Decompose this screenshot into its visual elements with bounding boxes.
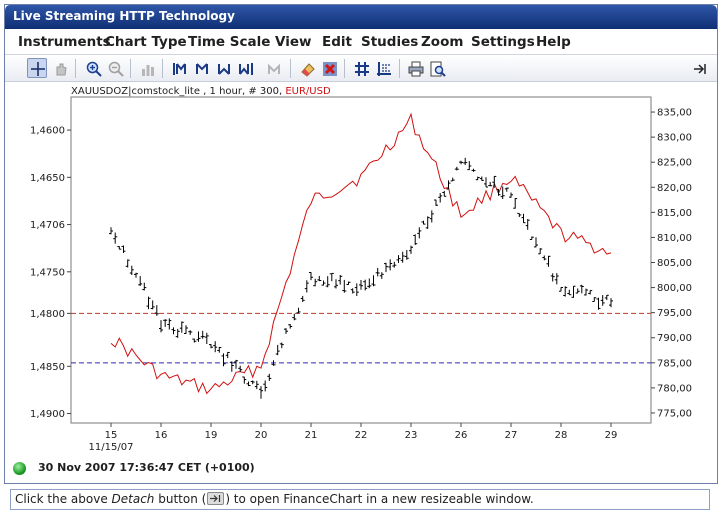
bar-style-icon[interactable]: [137, 58, 157, 78]
title-bar: Live Streaming HTTP Technology: [5, 5, 717, 29]
delete-icon[interactable]: [319, 58, 339, 78]
menu-edit[interactable]: Edit: [322, 34, 352, 50]
menu-view[interactable]: View: [275, 34, 311, 50]
toolbar-separator: [290, 59, 291, 78]
left-tick-label: 1,4800: [30, 309, 65, 320]
right-tick-label: 835,00: [657, 108, 692, 119]
crosshair-icon[interactable]: [27, 58, 47, 78]
inline-detach-icon: [207, 492, 225, 505]
right-tick-label: 805,00: [657, 258, 692, 269]
x-tick-label: 21: [305, 430, 318, 441]
x-tick-label: 26: [455, 430, 468, 441]
right-tick-label: 790,00: [657, 333, 692, 344]
zoom-out-icon[interactable]: [105, 58, 125, 78]
eraser-icon[interactable]: [297, 58, 317, 78]
info-message: Click the above Detach button ( ) to open…: [10, 489, 710, 510]
status-timestamp: 30 Nov 2007 17:36:47 CET (+0100): [38, 461, 255, 474]
right-tick-label: 815,00: [657, 208, 692, 219]
menu-zoom[interactable]: Zoom: [421, 34, 463, 50]
reset-icon[interactable]: [263, 58, 283, 78]
info-text-after: ) to open FinanceChart in a new resizeab…: [225, 492, 534, 506]
chart-header-label: XAUUSDOZ|comstock_lite , 1 hour, # 300,: [71, 86, 285, 97]
right-tick-label: 780,00: [657, 383, 692, 394]
left-tick-label: 1,4850: [30, 362, 65, 373]
left-tick-label: 1,4750: [30, 267, 65, 278]
print-icon[interactable]: [405, 58, 425, 78]
toolbar: [5, 55, 717, 82]
print-preview-icon[interactable]: [427, 58, 447, 78]
scroll-next-icon[interactable]: [213, 58, 233, 78]
x-tick-label: 29: [605, 430, 618, 441]
toolbar-separator: [130, 59, 131, 78]
info-text-emphasis: Detach: [111, 492, 155, 506]
x-tick-label: 23: [405, 430, 418, 441]
toolbar-separator: [75, 59, 76, 78]
menu-bar: Instruments Chart Type Time Scale View E…: [5, 29, 717, 55]
x-tick-label: 22: [355, 430, 368, 441]
scroll-last-icon[interactable]: [235, 58, 255, 78]
scroll-prev-icon[interactable]: [191, 58, 211, 78]
x-tick-label: 28: [555, 430, 568, 441]
right-tick-label: 830,00: [657, 133, 692, 144]
left-tick-label: 1,4650: [30, 173, 65, 184]
x-tick-label: 27: [505, 430, 518, 441]
chart-window: Live Streaming HTTP Technology Instrumen…: [4, 4, 718, 484]
fibonacci-icon[interactable]: [373, 58, 393, 78]
right-tick-label: 825,00: [657, 158, 692, 169]
menu-instruments[interactable]: Instruments: [18, 34, 111, 50]
x-tick-label: 16: [155, 430, 168, 441]
window-title: Live Streaming HTTP Technology: [13, 9, 235, 23]
connection-status-icon: [13, 462, 26, 475]
menu-chart-type[interactable]: Chart Type: [105, 34, 187, 50]
x-date-label: 11/15/07: [89, 442, 134, 453]
chart-header: XAUUSDOZ|comstock_lite , 1 hour, # 300, …: [71, 86, 331, 97]
info-text-middle: button (: [154, 492, 207, 506]
plot-frame: [70, 96, 652, 424]
menu-time-scale[interactable]: Time Scale: [188, 34, 270, 50]
chart-header-overlay: EUR/USD: [285, 86, 331, 97]
pan-icon[interactable]: [50, 58, 70, 78]
zoom-in-icon[interactable]: [83, 58, 103, 78]
menu-studies[interactable]: Studies: [361, 34, 418, 50]
x-tick-label: 15: [105, 430, 118, 441]
right-tick-label: 795,00: [657, 308, 692, 319]
toolbar-separator: [162, 59, 163, 78]
right-tick-label: 800,00: [657, 283, 692, 294]
menu-help[interactable]: Help: [536, 34, 571, 50]
chart-area[interactable]: XAUUSDOZ|comstock_lite , 1 hour, # 300, …: [5, 82, 717, 457]
price-chart[interactable]: XAUUSDOZ|comstock_lite , 1 hour, # 300, …: [5, 82, 717, 457]
menu-settings[interactable]: Settings: [471, 34, 535, 50]
toolbar-separator: [344, 59, 345, 78]
info-text-before: Click the above: [15, 492, 112, 506]
status-bar: 30 Nov 2007 17:36:47 CET (+0100): [5, 457, 717, 483]
grid-icon[interactable]: [351, 58, 371, 78]
detach-icon[interactable]: [689, 58, 709, 78]
toolbar-separator: [399, 59, 400, 78]
x-tick-label: 19: [205, 430, 218, 441]
left-tick-label: 1,4600: [30, 126, 65, 137]
left-tick-label: 1,4706: [30, 220, 65, 231]
right-tick-label: 785,00: [657, 358, 692, 369]
scroll-first-icon[interactable]: [169, 58, 189, 78]
right-tick-label: 775,00: [657, 408, 692, 419]
left-tick-label: 1,4900: [30, 409, 65, 420]
right-tick-label: 820,00: [657, 183, 692, 194]
right-tick-label: 810,00: [657, 233, 692, 244]
x-tick-label: 20: [255, 430, 268, 441]
